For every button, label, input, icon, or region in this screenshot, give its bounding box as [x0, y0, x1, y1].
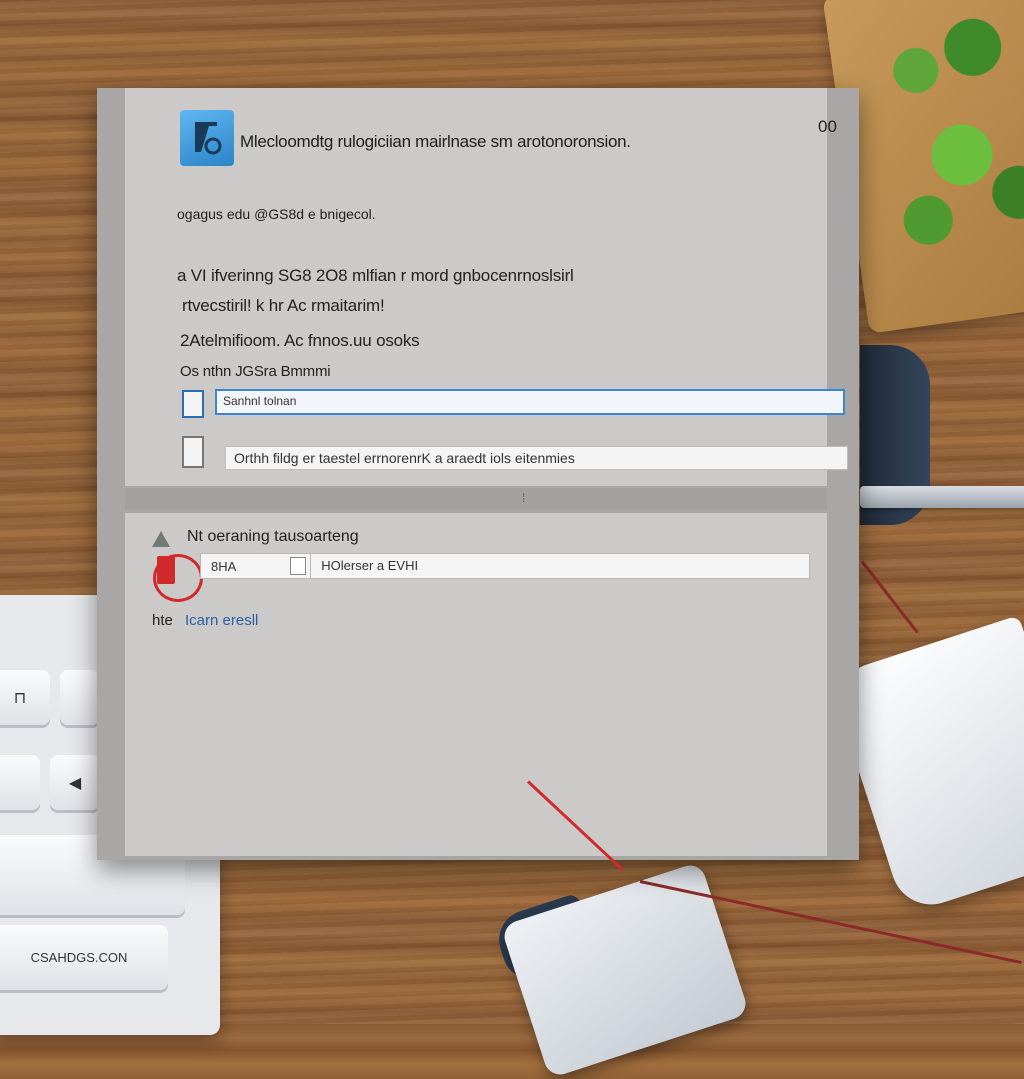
option-checkbox[interactable] — [182, 390, 204, 418]
app-icon — [180, 110, 234, 166]
secondary-input[interactable]: Orthh fildg er taestel errnorenrK a arae… — [225, 446, 848, 470]
keyboard-key — [60, 670, 100, 725]
folder-icon[interactable] — [290, 557, 307, 575]
window-subtitle: ogagus edu @GS8d e bnigecol. — [177, 206, 376, 222]
close-button[interactable]: 00 — [818, 117, 837, 137]
keyboard-key: CSAHDGS.CON — [0, 925, 168, 990]
window-title: Mlecloomdtg rulogiciian mairlnase sm aro… — [240, 132, 631, 151]
path-bar[interactable]: 8HA HOlerser a EVHI — [200, 553, 810, 579]
link-label: hte — [152, 612, 173, 629]
description-line: a VI ifverinng SG8 2O8 mlfian r mord gnb… — [177, 266, 574, 285]
metal-clip — [860, 486, 1024, 508]
keyboard-key: ⊓ — [0, 670, 50, 725]
panel-divider[interactable] — [125, 488, 827, 510]
secondary-checkbox[interactable] — [182, 436, 204, 468]
path-segment-left[interactable]: 8HA — [201, 559, 246, 574]
description-line: rtvecstiril! k hr Ac rmaitarim! — [182, 296, 385, 315]
path-segment-right[interactable]: HOlerser a EVHI — [310, 554, 428, 578]
dialog-window: Mlecloomdtg rulogiciian mairlnase sm aro… — [97, 88, 859, 860]
keyboard-key — [0, 755, 40, 810]
section-heading: Nt oeraning tausoarteng — [187, 528, 359, 545]
description-line: 2Atelmifioom. Ac fnnos.uu osoks — [180, 331, 420, 350]
red-file-icon[interactable] — [157, 556, 175, 584]
top-panel: Mlecloomdtg rulogiciian mairlnase sm aro… — [125, 88, 848, 486]
option-label: Os nthn JGSra Bmmmi — [180, 363, 331, 380]
primary-input[interactable]: Sanhnl tolnan — [215, 389, 845, 415]
divider-handle-icon[interactable]: ⁞ — [522, 491, 525, 505]
help-link[interactable]: Icarn eresll — [185, 612, 258, 629]
keyboard-key: ◀ — [50, 755, 100, 810]
